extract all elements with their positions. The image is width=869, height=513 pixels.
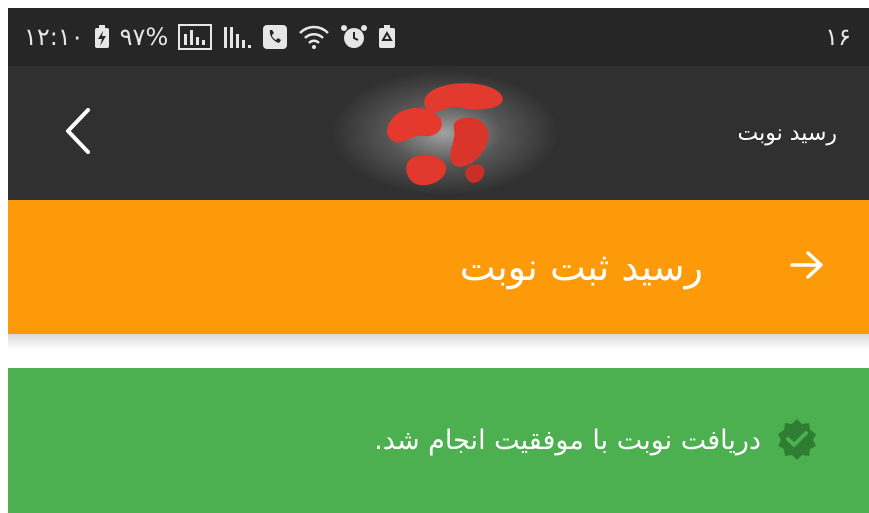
success-banner: دریافت نوبت با موفقیت انجام شد. (8, 368, 869, 513)
app-logo (370, 74, 520, 194)
clock: ۱۲:۱۰ (24, 23, 84, 51)
status-bar: ۱۲:۱۰ ۹۷% ۱۶ (8, 8, 869, 66)
alarm-icon (340, 24, 368, 50)
phone-call-icon (262, 24, 288, 50)
status-bar-right: ۱۶ (825, 8, 851, 66)
verified-check-icon (775, 417, 819, 465)
forward-button[interactable] (785, 245, 829, 289)
back-button[interactable] (52, 104, 102, 162)
data-usage-icon (178, 24, 213, 50)
signal-icon (222, 24, 252, 50)
success-content: دریافت نوبت با موفقیت انجام شد. (374, 368, 819, 513)
success-message: دریافت نوبت با موفقیت انجام شد. (374, 425, 761, 456)
app-bar-title: رسید نوبت (737, 120, 837, 146)
wifi-icon (298, 24, 330, 50)
page-header: رسید ثبت نوبت (8, 200, 869, 334)
app-bar: رسید نوبت (8, 66, 869, 200)
battery-charging-icon (94, 25, 110, 49)
battery-percent: ۹۷% (119, 23, 169, 51)
battery-saver-icon (378, 25, 396, 49)
chevron-left-icon (62, 106, 92, 160)
arrow-right-icon (789, 250, 825, 284)
screen: ۱۲:۱۰ ۹۷% ۱۶ رسید نوبت رسید ثبت نوبت دری… (0, 0, 869, 513)
page-title: رسید ثبت نوبت (459, 245, 703, 289)
status-bar-left: ۱۲:۱۰ ۹۷% (24, 8, 396, 66)
notification-count: ۱۶ (825, 23, 851, 51)
header-shadow (8, 334, 869, 350)
